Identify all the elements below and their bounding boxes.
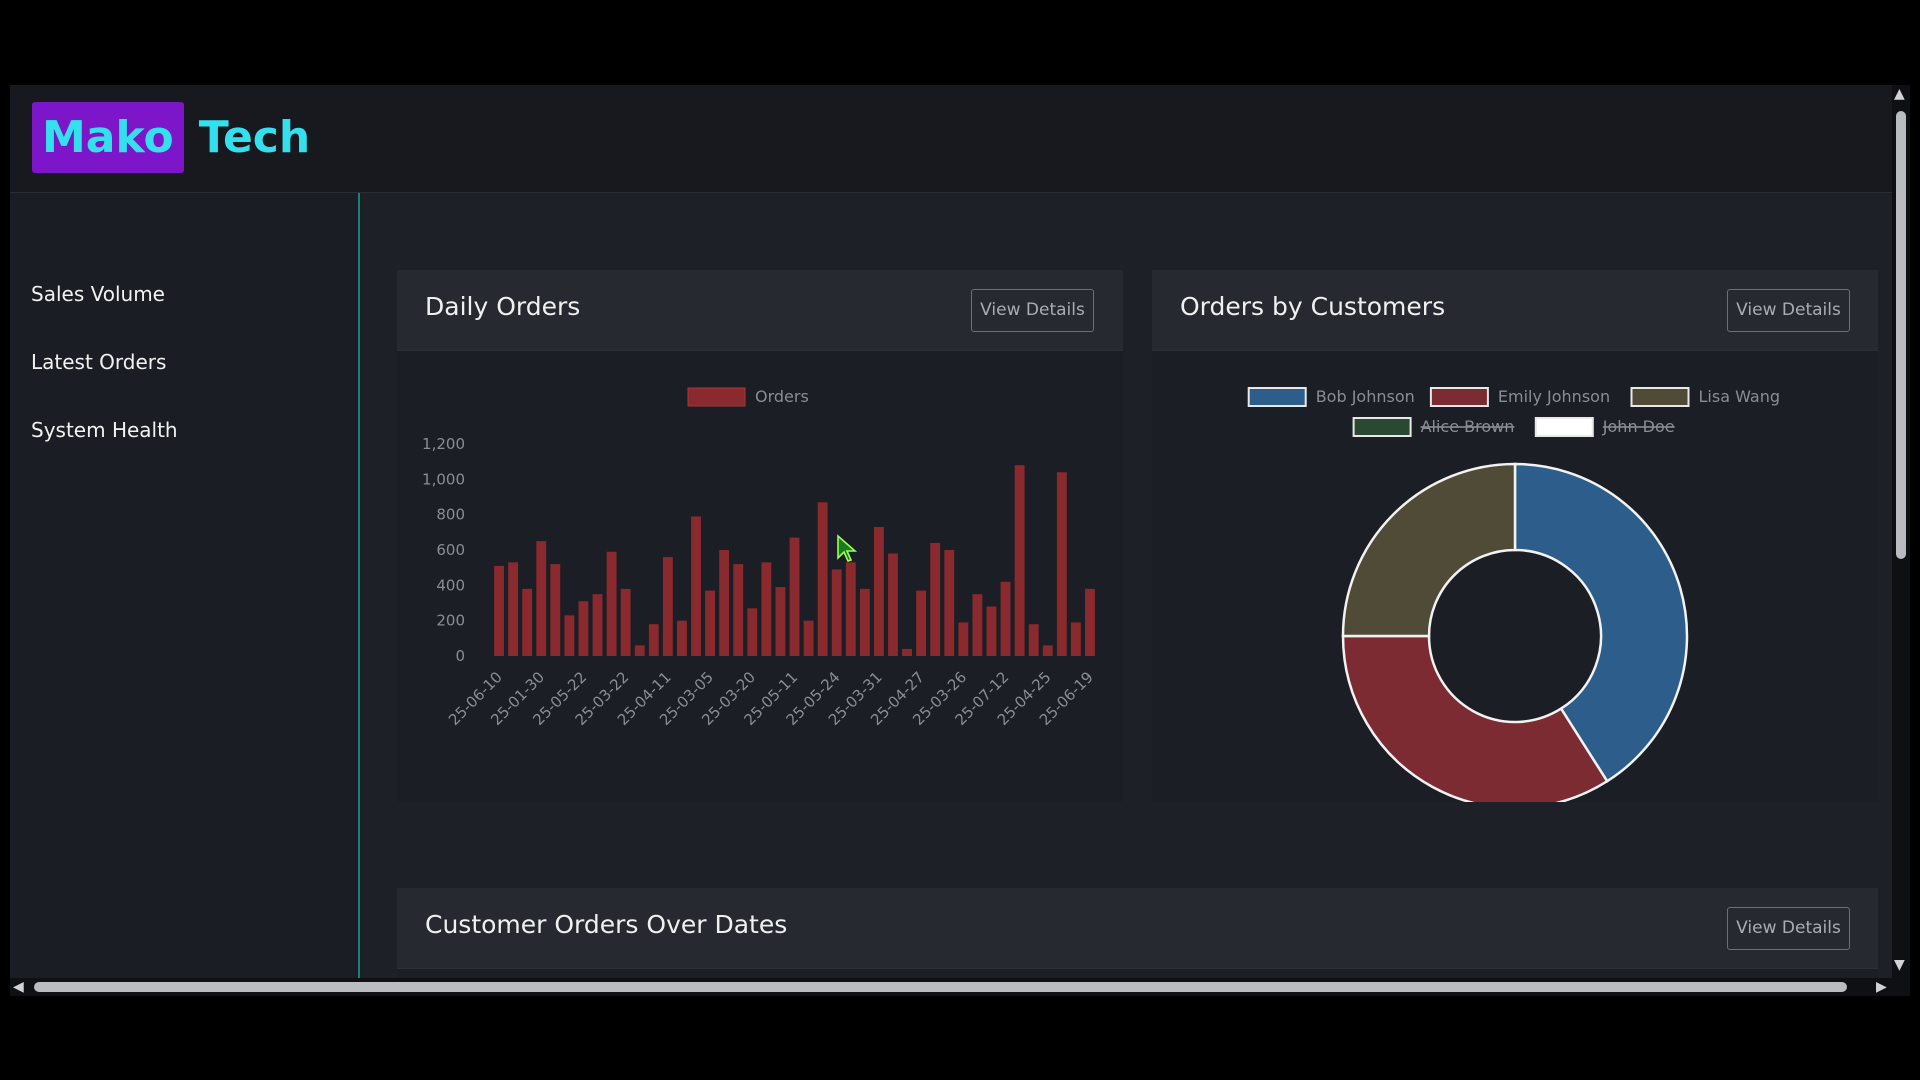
bar [564,615,575,656]
scroll-right-arrow-icon[interactable]: ▶ [1876,980,1887,994]
bar [930,542,941,656]
bar [789,537,800,656]
bar [831,569,842,656]
y-tick-label: 200 [436,612,465,630]
sidebar: Sales Volume Latest Orders System Health [10,193,360,996]
bar-chart-legend: Orders [687,387,809,407]
orders-by-customers-doughnut-chart: Bob Johnson Emily Johnson Lisa Wang Alice B… [1247,387,1780,802]
bar [494,565,504,656]
scroll-up-arrow-icon[interactable]: ▲ [1894,87,1905,101]
legend-label: Lisa Wang [1699,387,1780,406]
scroll-down-arrow-icon[interactable]: ▼ [1894,958,1905,972]
bar [902,648,912,656]
donut-legend: Bob Johnson Emily Johnson Lisa Wang Alice B… [1247,387,1780,437]
bar [662,557,673,656]
y-tick-label: 0 [455,647,465,665]
bar [859,588,870,656]
view-details-button[interactable]: View Details [971,289,1094,332]
bar [817,502,828,656]
card-title: Orders by Customers [1180,292,1446,321]
bar [873,527,884,656]
bar [958,622,969,656]
legend-label: Orders [755,387,809,406]
y-tick-label: 1,200 [422,435,465,453]
sidebar-item-sales-volume[interactable]: Sales Volume [31,282,165,306]
legend-swatch [1429,387,1489,407]
legend-swatch [687,387,746,407]
legend-swatch [1534,417,1594,437]
bar [719,550,730,656]
bar [1000,581,1011,656]
card-header: Daily Orders View Details [397,270,1123,351]
legend-swatch [1352,417,1412,437]
bar [916,590,927,656]
browser-window: Mako Tech Sales Volume Latest Orders Sys… [10,85,1910,996]
logo-mako: Mako [32,102,184,173]
donut-slice [1341,634,1609,802]
bar [775,587,786,656]
legend-swatch [1630,387,1690,407]
view-details-button[interactable]: View Details [1727,907,1850,950]
bar [986,606,997,656]
legend-label: Emily Johnson [1498,387,1610,406]
bar [508,562,519,656]
top-header: Mako Tech [10,85,1892,193]
bar [1056,472,1067,656]
bar [606,551,617,656]
horizontal-scrollbar-thumb[interactable] [34,982,1847,992]
bar [944,550,955,656]
card-header: Orders by Customers View Details [1152,270,1878,351]
sidebar-item-latest-orders[interactable]: Latest Orders [31,350,166,374]
bar [1014,465,1025,656]
daily-orders-bar-chart: Orders02004006008001,0001,20025-06-1025-… [422,387,1097,729]
legend-label: Bob Johnson [1316,387,1415,406]
bar [1042,645,1053,656]
view-details-button[interactable]: View Details [1727,289,1850,332]
bar [888,553,898,656]
bar [648,624,659,656]
bar [1085,588,1095,656]
bar [620,588,631,656]
donut-slice [1341,462,1517,638]
y-tick-label: 400 [436,576,465,594]
card-title: Daily Orders [425,292,581,321]
scroll-left-arrow-icon[interactable]: ◀ [13,980,24,994]
bar [803,620,814,656]
bar [1028,624,1039,656]
legend-label: John Doe [1602,417,1675,436]
orders-by-customers-card: Orders by Customers View Details Bob Joh… [1152,270,1878,802]
card-header: Customer Orders Over Dates View Details [397,888,1878,969]
y-tick-label: 1,000 [422,470,465,488]
bar [733,564,744,656]
card-title: Customer Orders Over Dates [425,910,788,939]
mouse-cursor-icon [837,534,858,562]
logo[interactable]: Mako Tech [32,102,310,173]
bar [845,562,856,656]
bar [592,594,603,656]
y-tick-label: 800 [436,506,465,524]
bar [578,601,589,656]
main-content: Daily Orders View Details Orders 0 200 400 6… [362,193,1892,996]
bar [634,645,645,656]
logo-tech: Tech [198,112,311,163]
bar [536,541,547,656]
legend-label: Alice Brown [1421,417,1515,436]
bar [550,564,561,656]
bar [761,562,772,656]
bar [677,620,687,656]
daily-orders-card: Daily Orders View Details Orders 0 200 400 6… [397,270,1123,802]
y-tick-label: 600 [436,541,465,559]
bar [691,516,701,656]
bar [522,588,533,656]
bar [705,590,716,656]
bar [972,594,983,656]
sidebar-item-system-health[interactable]: System Health [31,418,178,442]
bar [747,608,758,656]
bar [1070,622,1081,656]
legend-swatch [1247,387,1307,407]
vertical-scrollbar-thumb[interactable] [1896,111,1906,559]
